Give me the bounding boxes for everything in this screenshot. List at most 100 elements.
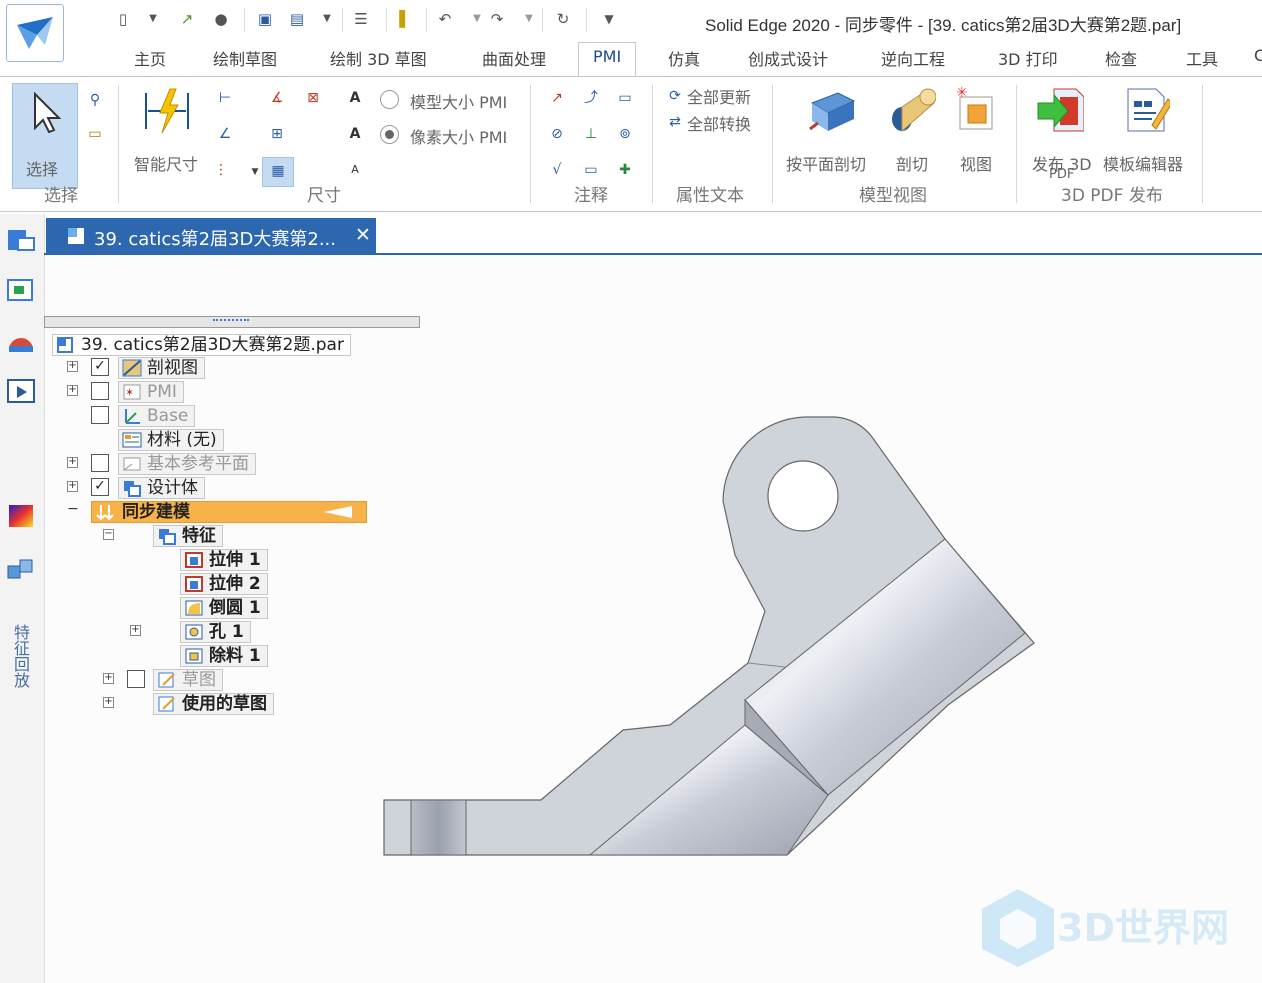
feature-control-frame-icon[interactable]: ▭ (582, 161, 600, 179)
tree-item-features[interactable]: 特征 (153, 525, 223, 547)
tree-item-section-views[interactable]: 剖视图 (118, 357, 205, 379)
tab-overflow[interactable]: C (1254, 46, 1262, 65)
update-all-button[interactable]: 全部更新 (687, 84, 751, 108)
tree-item-pmi[interactable]: ✶ PMI (118, 381, 184, 403)
leader-icon[interactable]: ↗ (548, 89, 566, 107)
tab-inspect[interactable]: 检查 (1105, 46, 1137, 70)
view-icon[interactable]: ✳ (954, 85, 1002, 133)
visibility-checkbox[interactable] (91, 454, 109, 472)
graphics-window[interactable]: 3D世界网 (45, 255, 1262, 983)
expand-toggle[interactable]: + (130, 625, 141, 636)
tab-simulation[interactable]: 仿真 (668, 46, 700, 70)
assembly-icon[interactable] (6, 554, 36, 582)
select-box-icon[interactable]: ▭ (86, 125, 104, 143)
color-map-icon[interactable] (6, 502, 36, 530)
select-filter-icon[interactable]: ⚲ (86, 91, 104, 109)
new-dropdown-icon[interactable]: ▼ (144, 10, 162, 28)
tree-item-extrude-2[interactable]: 拉伸 2 (180, 573, 268, 595)
symmetric-diameter-icon[interactable]: ⊞ (268, 125, 286, 143)
tree-item-material[interactable]: 材料 (无) (118, 429, 224, 451)
undo-dropdown-icon[interactable]: ▼ (468, 10, 486, 28)
expand-toggle[interactable]: + (103, 697, 114, 708)
tab-tools[interactable]: 工具 (1186, 46, 1218, 70)
tree-item-cut-1[interactable]: 除料 1 (180, 645, 268, 667)
path-finder-icon[interactable] (6, 226, 36, 254)
redo-icon[interactable]: ↷ (488, 10, 506, 28)
callout-icon[interactable]: ▭ (616, 89, 634, 107)
visibility-checkbox[interactable]: ✓ (91, 478, 109, 496)
select-button[interactable]: 选择 (12, 83, 78, 189)
tab-sketch[interactable]: 绘制草图 (213, 46, 277, 70)
tab-3d-sketch[interactable]: 绘制 3D 草图 (330, 46, 427, 70)
text-small-icon[interactable]: A (346, 161, 364, 179)
tree-item-extrude-1[interactable]: 拉伸 1 (180, 549, 268, 571)
tree-item-base-planes[interactable]: 基本参考平面 (118, 453, 256, 475)
expand-toggle[interactable]: + (67, 385, 78, 396)
tab-generative-design[interactable]: 创成式设计 (748, 46, 828, 70)
part-model[interactable] (45, 255, 1262, 983)
rollback-marker-icon[interactable] (324, 505, 352, 519)
text-size-icon[interactable]: A (346, 89, 364, 107)
customize-qat-icon[interactable]: ▼ (600, 10, 618, 28)
tree-item-round-1[interactable]: 倒圆 1 (180, 597, 268, 619)
expand-toggle[interactable]: + (67, 361, 78, 372)
gauge-icon[interactable] (6, 328, 36, 356)
model-size-pmi-radio[interactable] (380, 90, 399, 109)
chamfer-dimension-icon[interactable]: ⊠ (304, 89, 322, 107)
convert-all-button[interactable]: 全部转换 (687, 111, 751, 135)
visibility-checkbox[interactable] (91, 382, 109, 400)
new-file-icon[interactable]: ▯ (114, 10, 132, 28)
angle-between-icon[interactable]: ∠ (216, 125, 234, 143)
tree-item-sketches[interactable]: 草图 (153, 669, 223, 691)
pixel-size-pmi-radio[interactable] (380, 125, 399, 144)
smart-dimension-icon[interactable] (142, 87, 190, 135)
datum-frame-icon[interactable]: ✚ (616, 161, 634, 179)
tab-reverse-engineering[interactable]: 逆向工程 (881, 46, 945, 70)
save-dropdown-icon[interactable]: ▼ (318, 10, 336, 28)
weld-symbol-icon[interactable]: ⊥ (582, 125, 600, 143)
visibility-checkbox[interactable]: ✓ (91, 358, 109, 376)
save-icon[interactable]: ▣ (256, 10, 274, 28)
section-icon[interactable] (888, 85, 936, 133)
visibility-checkbox[interactable] (127, 670, 145, 688)
expand-toggle[interactable]: + (67, 457, 78, 468)
tab-surfacing[interactable]: 曲面处理 (482, 46, 546, 70)
tree-item-synchronous[interactable]: 同步建模 (91, 501, 367, 523)
surface-texture-icon[interactable]: ⊘ (548, 125, 566, 143)
angular-coordinate-icon[interactable]: ∡ (268, 89, 286, 107)
properties-icon[interactable]: ☰ (352, 10, 370, 28)
tree-item-design-body[interactable]: 设计体 (118, 477, 205, 499)
feature-playback-icon[interactable] (6, 378, 36, 406)
tree-root-node[interactable]: 39. catics第2届3D大赛第2题.par (52, 334, 351, 356)
update-all-icon[interactable]: ⟳ (666, 87, 684, 105)
tree-item-used-sketches[interactable]: 使用的草图 (153, 693, 274, 715)
coordinate-dimension-icon[interactable]: ⋮ (212, 161, 230, 179)
collapse-toggle[interactable]: − (103, 529, 114, 540)
expand-toggle[interactable]: + (103, 673, 114, 684)
open-file-icon[interactable]: ↗ (178, 10, 196, 28)
section-by-plane-icon[interactable] (808, 85, 856, 133)
visibility-checkbox[interactable] (91, 406, 109, 424)
convert-all-icon[interactable]: ⇄ (666, 113, 684, 131)
tab-home[interactable]: 主页 (134, 46, 166, 70)
tree-item-base[interactable]: Base (118, 405, 196, 427)
repeat-icon[interactable]: ↻ (554, 10, 572, 28)
tab-3d-print[interactable]: 3D 打印 (998, 46, 1058, 70)
layers-icon[interactable] (6, 276, 36, 304)
document-tab[interactable]: 39. catics第2届3D大赛第2... ✕ (46, 218, 376, 254)
pin-icon[interactable]: ● (212, 10, 230, 28)
expand-toggle[interactable]: + (67, 481, 78, 492)
tree-splitter[interactable] (44, 316, 420, 328)
text-scale-icon[interactable]: A (346, 125, 364, 143)
distance-between-icon[interactable]: ⊢ (216, 89, 234, 107)
datum-target-icon[interactable]: ⊚ (616, 125, 634, 143)
template-editor-icon[interactable] (1122, 85, 1170, 133)
edge-condition-icon[interactable]: √ (548, 161, 566, 179)
redo-dropdown-icon[interactable]: ▼ (520, 10, 538, 28)
collapse-toggle[interactable]: − (67, 502, 79, 516)
undo-icon[interactable]: ↶ (436, 10, 454, 28)
publish-3d-pdf-icon[interactable] (1036, 85, 1084, 133)
tree-item-hole-1[interactable]: 孔 1 (180, 621, 251, 643)
close-tab-icon[interactable]: ✕ (355, 224, 371, 246)
save-all-icon[interactable]: ▤ (288, 10, 306, 28)
